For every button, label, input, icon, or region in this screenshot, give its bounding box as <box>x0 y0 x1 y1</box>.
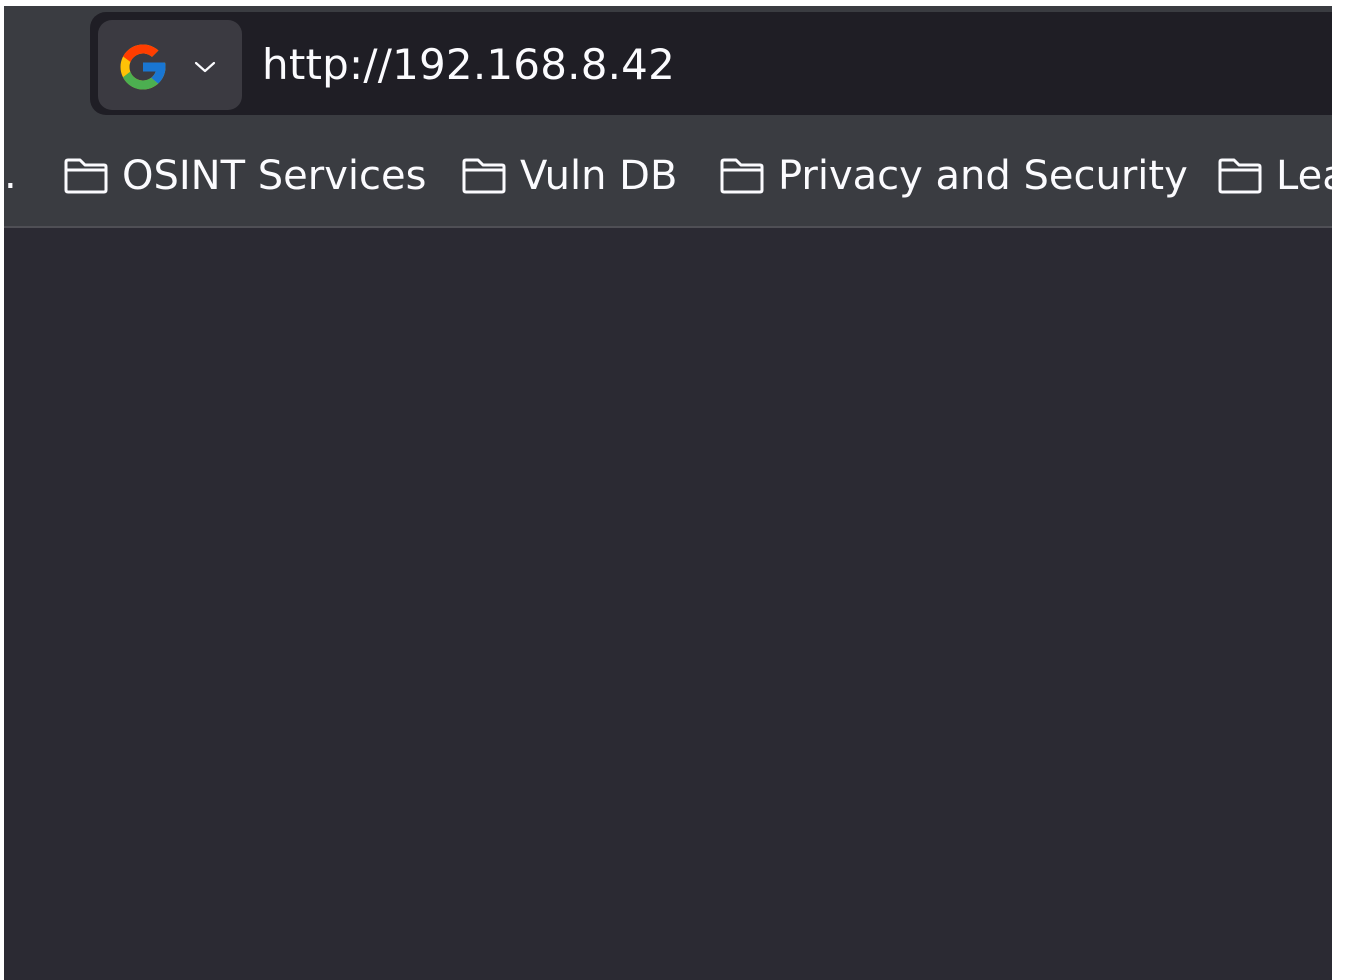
page-content-area <box>4 228 1332 980</box>
bookmark-label: Vuln DB <box>520 153 678 199</box>
bookmark-label: Lea <box>1276 153 1332 199</box>
folder-icon <box>720 158 764 194</box>
url-text[interactable]: http://192.168.8.42 <box>262 36 675 94</box>
bookmarks-overflow-fragment[interactable]: . <box>4 148 17 202</box>
bookmark-label: Privacy and Security <box>778 153 1188 199</box>
bookmark-folder-privacy-and-security[interactable]: Privacy and Security <box>718 148 1188 204</box>
bookmark-folder-osint-services[interactable]: OSINT Services <box>62 148 426 204</box>
folder-icon <box>462 158 506 194</box>
folder-icon <box>64 158 108 194</box>
google-icon <box>120 44 166 90</box>
folder-icon <box>1218 158 1262 194</box>
navigation-toolbar: http://192.168.8.42 <box>4 6 1332 122</box>
bookmark-label: OSINT Services <box>122 153 427 199</box>
search-engine-button[interactable] <box>98 20 242 110</box>
bookmark-folder-truncated[interactable]: Lea <box>1216 148 1332 204</box>
address-bar[interactable]: http://192.168.8.42 <box>90 12 1332 115</box>
chevron-down-icon <box>194 61 216 73</box>
browser-window: http://192.168.8.42 . OSINT Services Vul… <box>4 6 1332 980</box>
bookmark-folder-vuln-db[interactable]: Vuln DB <box>460 148 677 204</box>
bookmarks-toolbar: . OSINT Services Vuln DB Privacy and Sec… <box>4 122 1332 226</box>
